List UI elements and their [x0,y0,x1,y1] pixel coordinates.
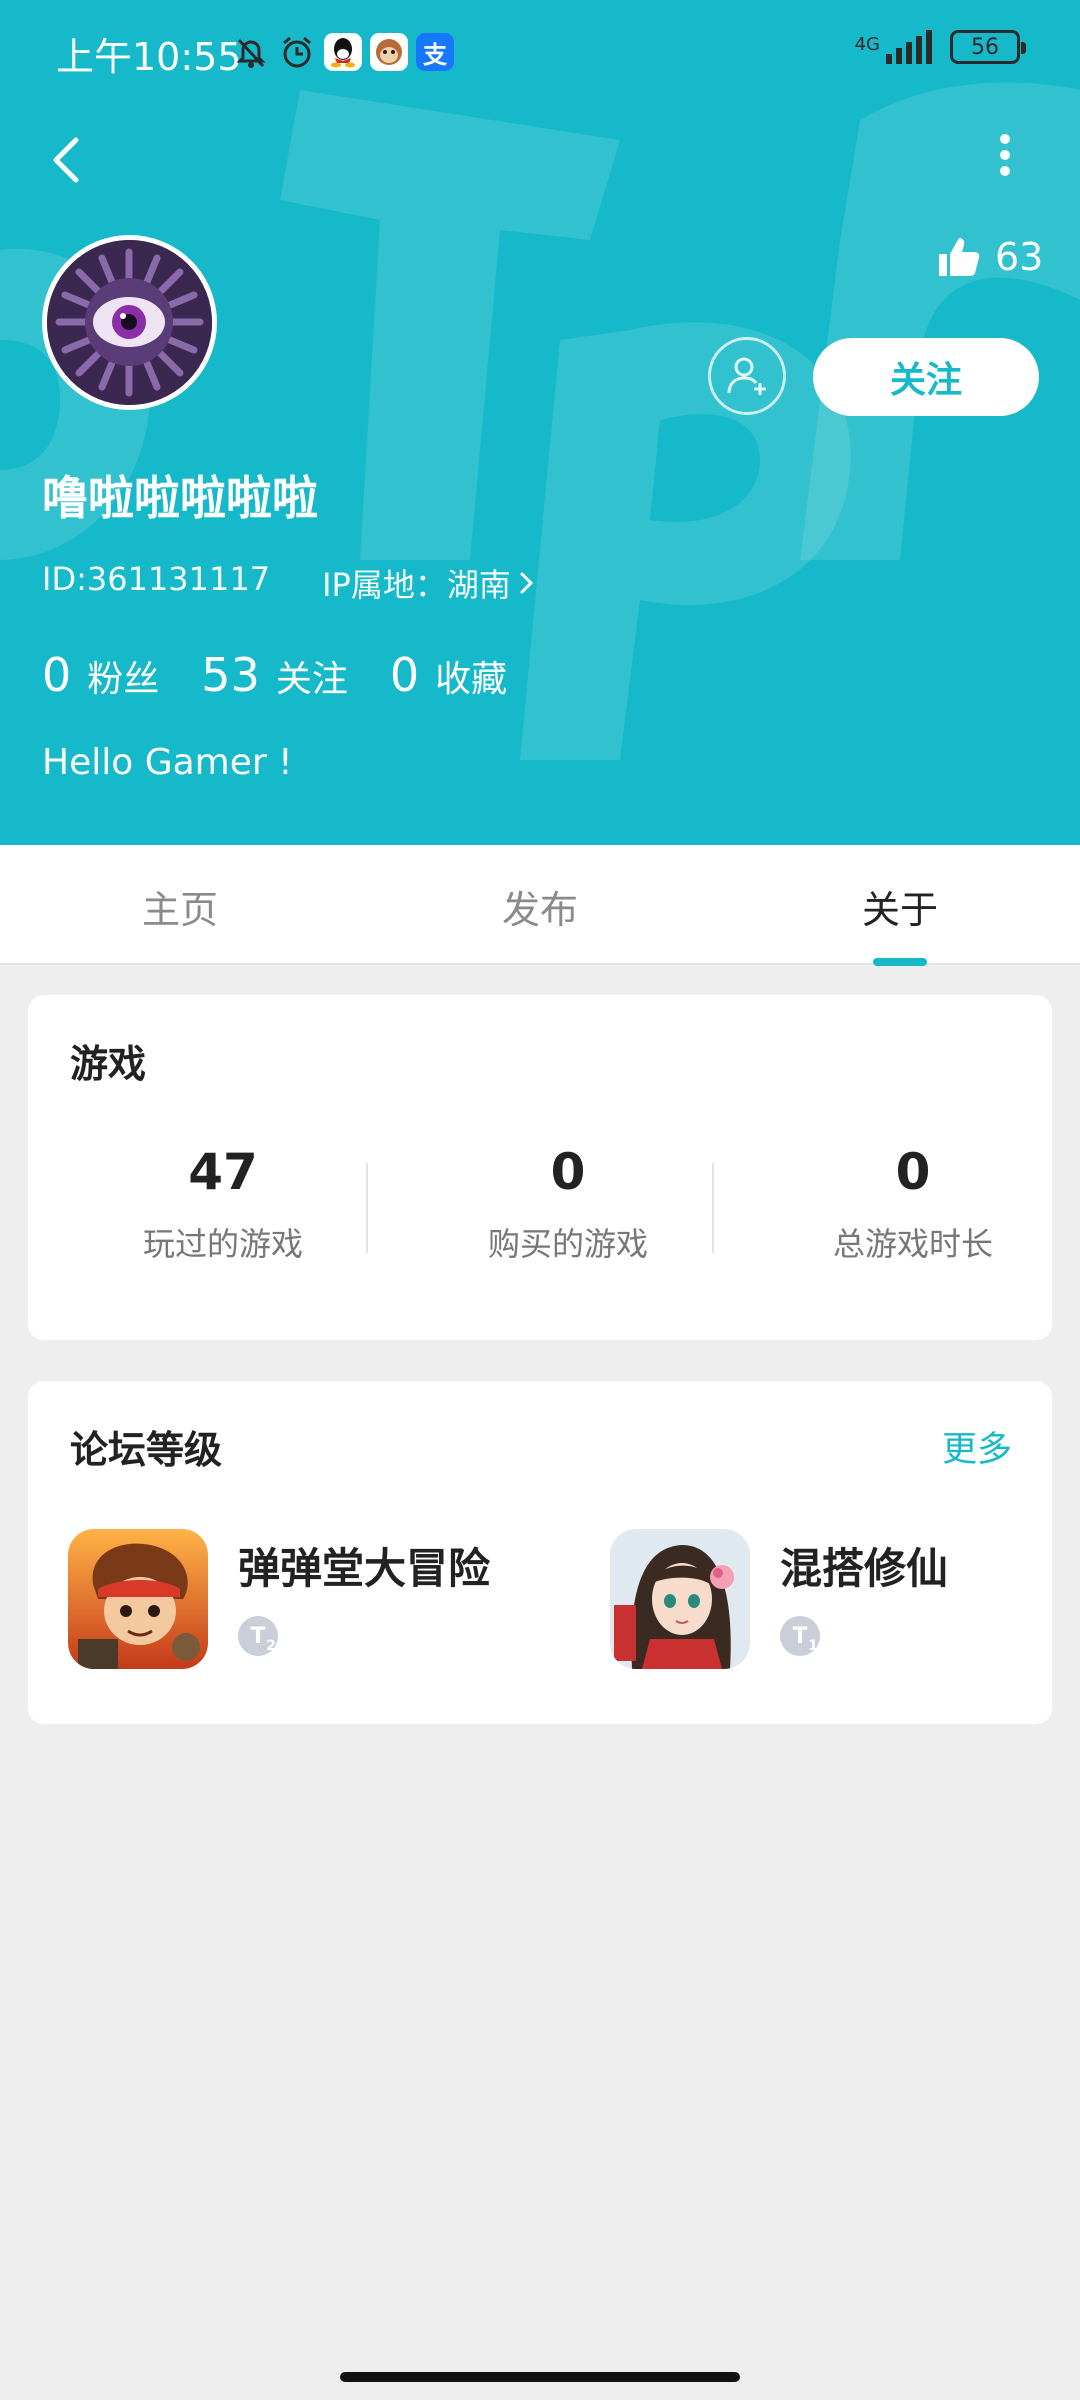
status-time: 上午10:55 [56,35,242,79]
divider [366,1163,368,1253]
stat-fans-count: 0 [42,648,72,702]
stat-favorites-label: 收藏 [435,659,508,700]
anime-girl-game-image [610,1529,750,1669]
taptap-watermark [0,82,1080,760]
profile-header: 上午10:55 支 4G 56 63 关注 噜啦啦啦啦啦 ID:36113111… [0,0,1080,845]
more-options-button[interactable] [990,130,1020,180]
add-user-icon [727,357,766,395]
chevron-left-icon [53,137,79,183]
profile-tabs: 主页 发布 关于 [0,845,1080,965]
stat-following[interactable]: 53 关注 [201,648,348,702]
cartoon-boy-game-image [68,1529,208,1669]
likes-counter[interactable]: 63 [935,234,1043,280]
total-playtime-value: 0 [895,1143,931,1201]
level-number: 2 [266,1638,276,1654]
likes-count: 63 [995,235,1044,279]
signal-bars-icon [886,30,932,64]
tab-about[interactable]: 关于 [800,879,1000,934]
notification-icons: 支 [232,30,454,74]
ip-location-link[interactable]: IP属地：湖南 [322,560,537,606]
eye-creature-avatar-image [47,240,212,405]
forum-name: 弹弹堂大冒险 [238,1544,491,1593]
home-indicator[interactable] [340,2372,740,2382]
more-link[interactable]: 更多 [942,1421,1012,1472]
level-badge-icon: T2 [238,1616,278,1656]
network-type: 4G [854,34,880,55]
forum-card-title: 论坛等级 [70,1428,223,1472]
games-card-title: 游戏 [70,1042,147,1086]
forum-name: 混搭修仙 [780,1544,949,1593]
stat-games-purchased[interactable]: 0 购买的游戏 [418,1143,718,1265]
stat-fans[interactable]: 0 粉丝 [42,648,159,702]
battery-level: 56 [971,34,999,60]
forum-info: 混搭修仙 T1 [780,1529,948,1669]
stat-total-playtime[interactable]: 0 总游戏时长 [763,1143,1063,1265]
more-vertical-icon [1000,134,1010,176]
stat-following-label: 关注 [275,659,348,700]
stat-favorites[interactable]: 0 收藏 [390,648,507,702]
forum-item[interactable]: 混搭修仙 T1 [610,1529,948,1669]
level-badge-icon: T1 [780,1616,820,1656]
game-icon-hunda [610,1529,750,1669]
avatar[interactable] [42,235,217,410]
add-friend-button[interactable] [708,337,786,415]
forum-info: 弹弹堂大冒险 T2 [238,1529,490,1669]
battery-icon: 56 [950,30,1026,64]
games-purchased-count: 0 [550,1143,586,1201]
games-card: 游戏 47 玩过的游戏 0 购买的游戏 0 总游戏时长 [28,995,1052,1340]
tab-home[interactable]: 主页 [80,879,280,934]
signal-indicator: 4G [855,30,932,64]
ip-location: IP属地：湖南 [322,566,511,604]
bio: Hello Gamer ! [42,742,293,783]
chevron-right-icon [520,572,533,594]
stat-following-count: 53 [201,648,260,702]
level-number: 1 [808,1638,818,1654]
thumbs-up-icon [939,238,980,276]
stat-fans-label: 粉丝 [87,659,160,700]
alipay-icon: 支 [416,33,454,71]
qq-icon [324,33,362,71]
back-button[interactable] [40,130,100,190]
divider [712,1163,714,1253]
status-right: 4G 56 [855,30,1026,64]
bell-off-icon [232,33,270,71]
total-playtime-label: 总游戏时长 [832,1225,993,1263]
stat-games-played[interactable]: 47 玩过的游戏 [73,1143,373,1265]
forum-level-card: 论坛等级 更多 弹弹堂大冒险 T2 混搭修仙 T 1 [28,1381,1052,1724]
games-played-count: 47 [188,1143,258,1201]
stat-favorites-count: 0 [389,648,420,702]
tab-posts[interactable]: 发布 [440,879,640,934]
games-played-label: 玩过的游戏 [142,1225,303,1263]
monkey-app-icon [370,33,408,71]
username: 噜啦啦啦啦啦 [42,471,318,525]
games-purchased-label: 购买的游戏 [487,1225,648,1263]
follow-button[interactable]: 关注 [813,338,1039,416]
status-bar: 上午10:55 支 4G 56 [0,0,1080,105]
active-tab-indicator [873,958,927,966]
forum-item[interactable]: 弹弹堂大冒险 T2 [68,1529,490,1669]
alarm-icon [278,33,316,71]
user-id: ID:361131117 [42,560,271,598]
profile-stats: 0 粉丝 53 关注 0 收藏 [42,648,549,702]
game-icon-ddt [68,1529,208,1669]
id-row: ID:361131117 IP属地：湖南 [42,560,537,606]
